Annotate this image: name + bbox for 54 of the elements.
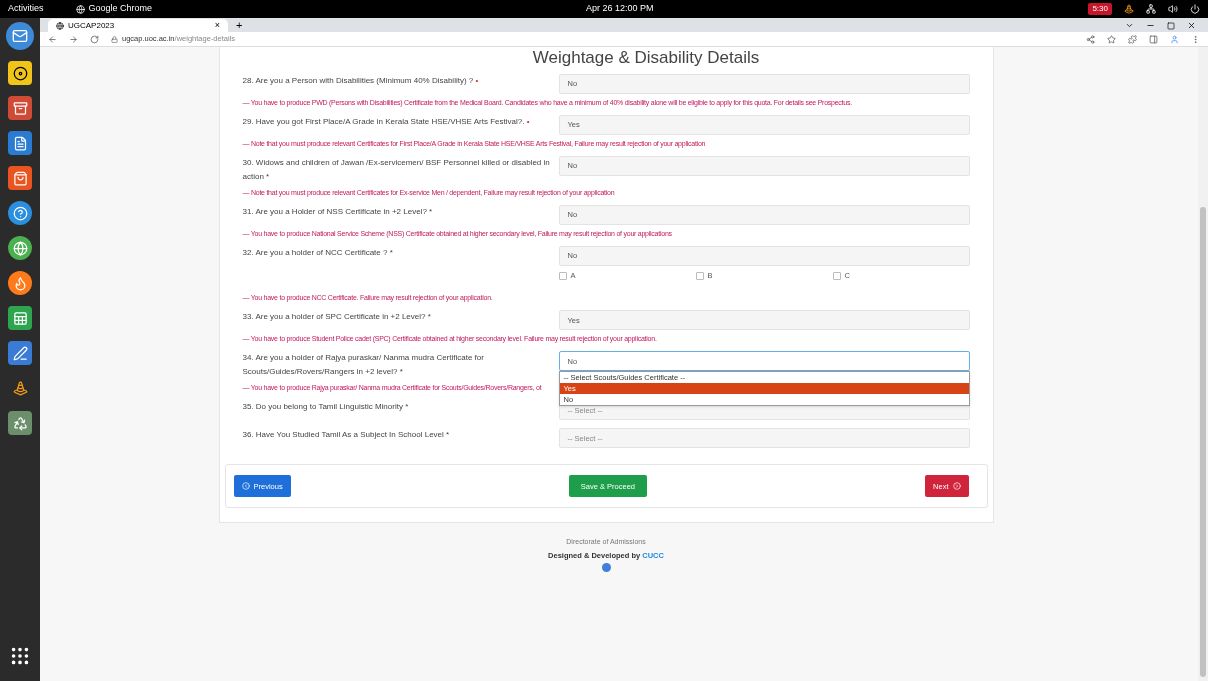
maximize-icon[interactable]: [1167, 21, 1175, 30]
help-icon[interactable]: [8, 201, 32, 225]
cone-icon[interactable]: [1124, 4, 1134, 14]
app-menu[interactable]: Google Chrome: [75, 2, 153, 16]
question-label: 33. Are you a holder of SPC Certificate in +2 Level? *: [242, 311, 431, 324]
question-label: 35. Do you belong to Tamil Linguistic Minority *: [242, 401, 409, 414]
chevron-down-icon[interactable]: [1125, 21, 1134, 30]
scrollbar[interactable]: [1198, 47, 1208, 681]
reload-icon[interactable]: [90, 34, 99, 44]
close-icon[interactable]: [1187, 21, 1196, 30]
checkbox[interactable]: [695, 271, 704, 280]
tab-title: UGCAP2023: [68, 19, 116, 32]
question-label: 31. Are you a Holder of NSS Certificate in +2 Level? *: [242, 206, 433, 218]
new-tab-button[interactable]: +: [236, 19, 243, 32]
mail-icon[interactable]: [6, 22, 34, 50]
volume-icon[interactable]: [1168, 4, 1178, 14]
bag-icon[interactable]: [8, 166, 32, 190]
network-icon[interactable]: [1146, 4, 1156, 14]
forward-icon[interactable]: [69, 34, 78, 44]
timer-badge[interactable]: 5:30: [1088, 3, 1112, 15]
question-label: 30. Widows and children of Jawan /Ex-servicemen/ BSF Personnel killed or disabled in action *: [242, 157, 551, 183]
question-label: 34. Are you a holder of Rajya puraskar/ Nanma mudra Certificate for Scouts/Guides/Rovers/Rangers in +2 level? *: [242, 352, 485, 379]
chevron-right-icon: [952, 482, 961, 491]
archive-icon[interactable]: [8, 96, 32, 120]
app-grid-icon[interactable]: [9, 645, 31, 667]
document-icon[interactable]: [8, 131, 32, 155]
trash-icon[interactable]: [8, 411, 32, 435]
share-icon[interactable]: [1086, 34, 1095, 44]
page-heading: Weightage & Disability Details: [532, 48, 760, 68]
lock-icon: [111, 35, 118, 43]
scroll-top-icon[interactable]: [601, 563, 611, 572]
menu-icon[interactable]: [1191, 34, 1200, 44]
tab-close-button[interactable]: ×: [214, 18, 220, 33]
question-label: 32. Are you a holder of NCC Certificate ? *: [242, 247, 393, 259]
checkbox[interactable]: [558, 271, 567, 280]
browser-icon[interactable]: [8, 236, 32, 260]
browser-icon: [75, 4, 85, 14]
back-icon[interactable]: [48, 34, 57, 44]
clock[interactable]: Apr 26 12:00 PM: [586, 2, 654, 16]
chevron-left-icon: [241, 482, 250, 491]
bookmark-icon[interactable]: [1107, 34, 1116, 44]
pen-icon[interactable]: [8, 341, 32, 365]
activities-button[interactable]: Activities: [8, 2, 44, 16]
browser-tab[interactable]: UGCAP2023 ×: [48, 19, 228, 32]
spreadsheet-icon[interactable]: [8, 306, 32, 330]
side-panel-icon[interactable]: [1149, 34, 1158, 44]
flame-icon[interactable]: [8, 271, 32, 295]
globe-icon: [56, 21, 64, 30]
question-label: 28. Are you a Person with Disabilities (Minimum 40% Disability) ? •: [242, 75, 479, 87]
checkbox[interactable]: [832, 271, 841, 280]
power-icon[interactable]: [1190, 4, 1200, 14]
question-label: 36. Have You Studied Tamil As a Subject In School Level *: [242, 429, 450, 442]
question-label: 29. Have you got First Place/A Grade in Kerala State HSE/VHSE Arts Festival?. •: [242, 116, 530, 128]
extension-icon[interactable]: [1128, 34, 1137, 44]
